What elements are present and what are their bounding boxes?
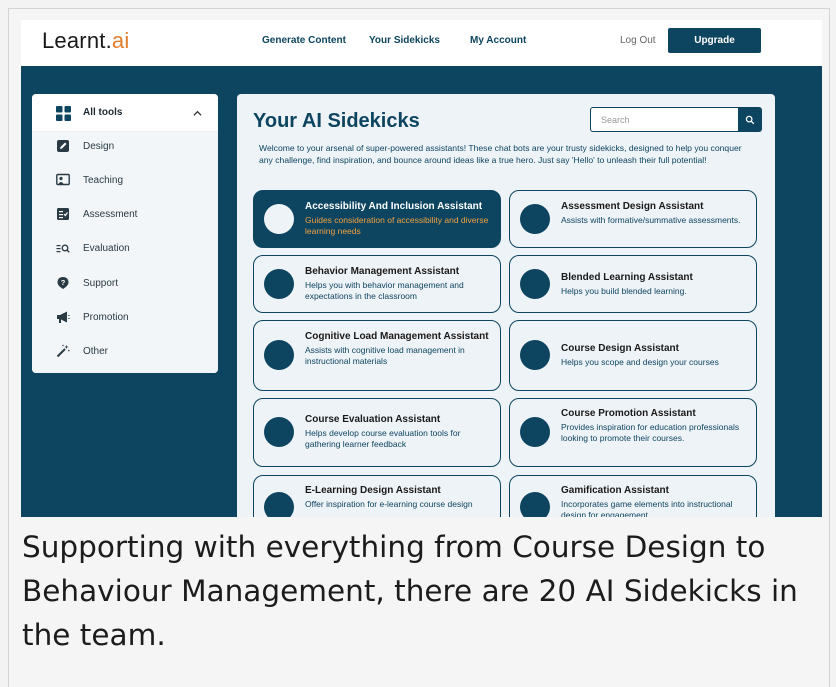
app-screenshot: Learnt.ai Generate Content Your Sidekick…: [21, 20, 822, 517]
sidebar-item-label: Design: [83, 141, 115, 152]
sidekick-description: Provides inspiration for education profe…: [561, 421, 740, 444]
sidebar-list: Design Teaching Assessment Evaluation ? …: [32, 132, 218, 373]
sidekick-card-gamification[interactable]: Gamification Assistant Incorporates game…: [509, 475, 757, 517]
tools-sidebar: All tools Design Teaching Assessment Eva…: [32, 94, 218, 373]
all-tools-label: All tools: [83, 107, 123, 118]
sidekick-card-assessment-design[interactable]: Assessment Design Assistant Assists with…: [509, 190, 757, 248]
sidekick-description: Helps you build blended learning.: [561, 285, 687, 296]
sidekick-card-blended-learning[interactable]: Blended Learning Assistant Helps you bui…: [509, 255, 757, 313]
sidekick-card-course-evaluation[interactable]: Course Evaluation Assistant Helps develo…: [253, 398, 501, 467]
sidebar-item-label: Teaching: [83, 175, 124, 186]
sidebar-item-teaching[interactable]: Teaching: [32, 166, 218, 196]
chevron-up-icon[interactable]: [193, 109, 202, 118]
sidebar-item-label: Promotion: [83, 312, 129, 323]
sidekick-avatar: [520, 417, 550, 447]
sidebar-item-design[interactable]: Design: [32, 132, 218, 162]
sidekick-name: E-Learning Design Assistant: [305, 485, 441, 496]
sidekick-card-behavior-management[interactable]: Behavior Management Assistant Helps you …: [253, 255, 501, 313]
search-box: [590, 107, 762, 132]
sidekick-description: Helps you with behavior management and e…: [305, 279, 464, 302]
sidekick-card-course-design[interactable]: Course Design Assistant Helps you scope …: [509, 320, 757, 391]
sidekick-avatar: [264, 340, 294, 370]
sidekick-description: Offer inspiration for e-learning course …: [305, 498, 473, 509]
nav-your-sidekicks[interactable]: Your Sidekicks: [369, 35, 440, 46]
svg-text:?: ?: [61, 278, 66, 287]
logo[interactable]: Learnt.ai: [42, 28, 129, 54]
sidekick-avatar: [264, 269, 294, 299]
sidekick-name: Accessibility And Inclusion Assistant: [305, 201, 483, 212]
list-search-icon: [56, 244, 70, 253]
figure-caption: Supporting with everything from Course D…: [22, 530, 798, 652]
help-icon: ?: [57, 277, 69, 289]
sidekick-name: Course Design Assistant: [561, 343, 679, 354]
sidekick-name: Assessment Design Assistant: [561, 201, 704, 212]
sidekick-description: Assists with formative/summative assessm…: [561, 214, 741, 225]
sidebar-item-support[interactable]: ? Support: [32, 269, 218, 299]
sidebar-item-label: Other: [83, 346, 109, 357]
sidekick-card-e-learning-design[interactable]: E-Learning Design Assistant Offer inspir…: [253, 475, 501, 517]
grid-icon: [56, 106, 71, 121]
sidebar-item-evaluation[interactable]: Evaluation: [32, 234, 218, 264]
sidekick-description: Assists with cognitive load management i…: [305, 344, 465, 367]
sidebar-item-assessment[interactable]: Assessment: [32, 200, 218, 230]
sidekick-card-course-promotion[interactable]: Course Promotion Assistant Provides insp…: [509, 398, 757, 467]
top-navigation-bar: Learnt.ai Generate Content Your Sidekick…: [21, 20, 822, 66]
pencil-icon: [57, 140, 69, 152]
sidekick-avatar: [264, 492, 294, 517]
sidekick-name: Gamification Assistant: [561, 485, 669, 496]
sidekick-card-cognitive-load[interactable]: Cognitive Load Management Assistant Assi…: [253, 320, 501, 391]
sidekicks-panel: Your AI Sidekicks Welcome to your arsena…: [237, 94, 775, 517]
sidekick-name: Course Evaluation Assistant: [305, 414, 441, 425]
sidekick-avatar: [520, 492, 550, 517]
search-input[interactable]: [590, 107, 740, 132]
sidekick-description: Helps develop course evaluation tools fo…: [305, 427, 461, 450]
search-button[interactable]: [738, 107, 762, 132]
nav-generate-content[interactable]: Generate Content: [262, 35, 346, 46]
all-tools-header[interactable]: All tools: [32, 94, 218, 132]
megaphone-icon: [57, 311, 70, 323]
sidekick-description: Helps you scope and design your courses: [561, 356, 719, 367]
magic-wand-icon: [56, 344, 70, 358]
sidekick-name: Cognitive Load Management Assistant: [305, 331, 489, 342]
sidekick-avatar: [520, 340, 550, 370]
logout-link[interactable]: Log Out: [620, 35, 656, 46]
sidekick-description: Guides consideration of accessibility an…: [305, 214, 489, 237]
sidebar-item-promotion[interactable]: Promotion: [32, 303, 218, 333]
sidekick-avatar: [264, 417, 294, 447]
sidekick-name: Course Promotion Assistant: [561, 408, 696, 419]
sidekick-name: Behavior Management Assistant: [305, 266, 460, 277]
upgrade-button[interactable]: Upgrade: [668, 28, 761, 53]
teacher-board-icon: [56, 173, 70, 186]
intro-text: Welcome to your arsenal of super-powered…: [259, 143, 742, 165]
sidebar-item-other[interactable]: Other: [32, 337, 218, 367]
sidebar-item-label: Support: [83, 278, 119, 289]
page-title: Your AI Sidekicks: [253, 110, 420, 132]
sidekick-name: Blended Learning Assistant: [561, 272, 693, 283]
sidekick-avatar: [264, 204, 294, 234]
checklist-icon: [57, 208, 69, 220]
sidekick-avatar: [520, 204, 550, 234]
sidebar-item-label: Evaluation: [83, 243, 130, 254]
sidekick-avatar: [520, 269, 550, 299]
sidebar-item-label: Assessment: [83, 209, 138, 220]
nav-my-account[interactable]: My Account: [470, 35, 526, 46]
sidekick-description: Incorporates game elements into instruct…: [561, 498, 733, 518]
search-icon: [745, 115, 755, 124]
sidekick-card-accessibility[interactable]: Accessibility And Inclusion Assistant Gu…: [253, 190, 501, 248]
